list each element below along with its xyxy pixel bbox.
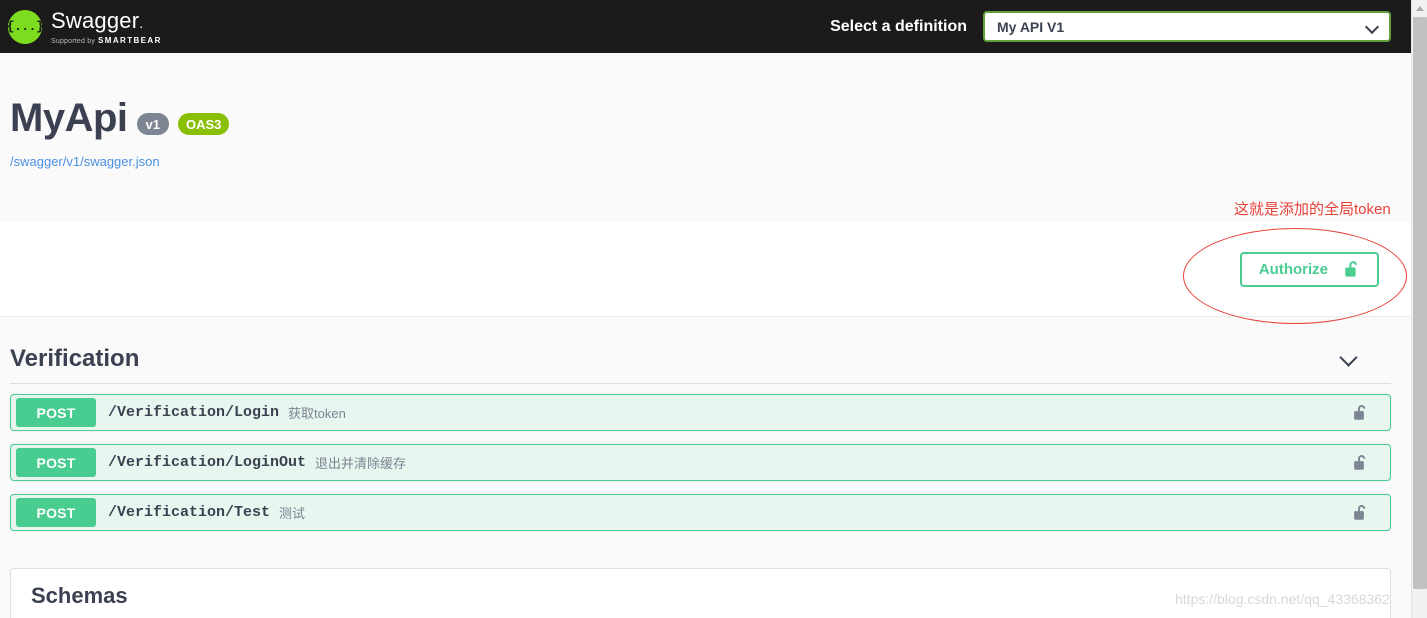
- auth-wrapper: Authorize: [0, 222, 1411, 317]
- definition-select-value: My API V1: [997, 18, 1065, 35]
- operation-row[interactable]: POST /Verification/Login 获取token: [10, 394, 1391, 431]
- braces-icon: {...}: [6, 19, 44, 34]
- tag-header[interactable]: Verification: [10, 333, 1391, 383]
- unlocked-padlock-icon[interactable]: [1353, 454, 1368, 472]
- logo-trademark-dot: .: [139, 14, 144, 31]
- oas-badge: OAS3: [177, 113, 230, 135]
- tag-divider: [10, 383, 1391, 384]
- method-badge: POST: [16, 398, 96, 427]
- select-definition-label: Select a definition: [830, 17, 967, 35]
- operation-row[interactable]: POST /Verification/LoginOut 退出并清除缓存: [10, 444, 1391, 481]
- api-title-row: MyApi v1 OAS3: [10, 98, 1391, 138]
- authorize-button-label: Authorize: [1258, 260, 1328, 278]
- scrollbar-thumb[interactable]: [1413, 17, 1427, 589]
- annotation-text: 这就是添加的全局token: [1234, 201, 1391, 218]
- scroll-up-arrow-icon[interactable]: [1412, 0, 1427, 17]
- operation-row[interactable]: POST /Verification/Test 测试: [10, 494, 1391, 531]
- operation-summary: 获取token: [288, 406, 346, 421]
- supported-by-label: Supported by: [51, 37, 96, 45]
- chevron-down-icon[interactable]: [1339, 349, 1359, 369]
- smartbear-label: SMARTBEAR: [98, 35, 162, 45]
- schemas-title: Schemas: [31, 583, 128, 608]
- logo-wordmark: Swagger.: [51, 9, 162, 35]
- operation-path: /Verification/LoginOut: [108, 454, 307, 471]
- unlocked-padlock-icon: [1344, 260, 1360, 279]
- unlocked-padlock-icon[interactable]: [1353, 404, 1368, 422]
- swagger-ui-page: {...} Swagger. Supported by SMARTBEAR Se…: [0, 0, 1411, 618]
- vertical-scrollbar[interactable]: [1411, 0, 1427, 618]
- swagger-json-link[interactable]: /swagger/v1/swagger.json: [10, 154, 160, 169]
- definition-picker: Select a definition My API V1: [830, 11, 1391, 42]
- swagger-logo[interactable]: {...} Swagger. Supported by SMARTBEAR: [6, 9, 162, 45]
- tag-title: Verification: [10, 345, 140, 372]
- logo-subtitle: Supported by SMARTBEAR: [51, 36, 162, 45]
- unlocked-padlock-icon[interactable]: [1353, 504, 1368, 522]
- operation-list: POST /Verification/Login 获取token POST /V…: [10, 394, 1391, 531]
- api-info: MyApi v1 OAS3 /swagger/v1/swagger.json: [0, 53, 1411, 222]
- page-title: MyApi: [10, 96, 128, 140]
- logo-text: Swagger. Supported by SMARTBEAR: [51, 9, 162, 45]
- method-badge: POST: [16, 498, 96, 527]
- chevron-down-icon: [1366, 20, 1379, 33]
- tag-section-verification: Verification POST /Verification/Login 获取…: [0, 317, 1411, 531]
- topbar: {...} Swagger. Supported by SMARTBEAR Se…: [0, 0, 1411, 53]
- logo-wordmark-text: Swagger: [51, 7, 140, 33]
- schemas-panel[interactable]: Schemas: [10, 568, 1391, 618]
- operation-summary: 退出并清除缓存: [315, 456, 407, 471]
- operation-summary: 测试: [279, 506, 306, 521]
- operation-path: /Verification/Test: [108, 504, 271, 521]
- definition-select[interactable]: My API V1: [983, 11, 1391, 42]
- operation-path: /Verification/Login: [108, 404, 280, 421]
- method-badge: POST: [16, 448, 96, 477]
- authorize-button[interactable]: Authorize: [1239, 251, 1379, 287]
- swagger-mark-icon: {...}: [6, 9, 44, 44]
- version-badge: v1: [136, 113, 169, 135]
